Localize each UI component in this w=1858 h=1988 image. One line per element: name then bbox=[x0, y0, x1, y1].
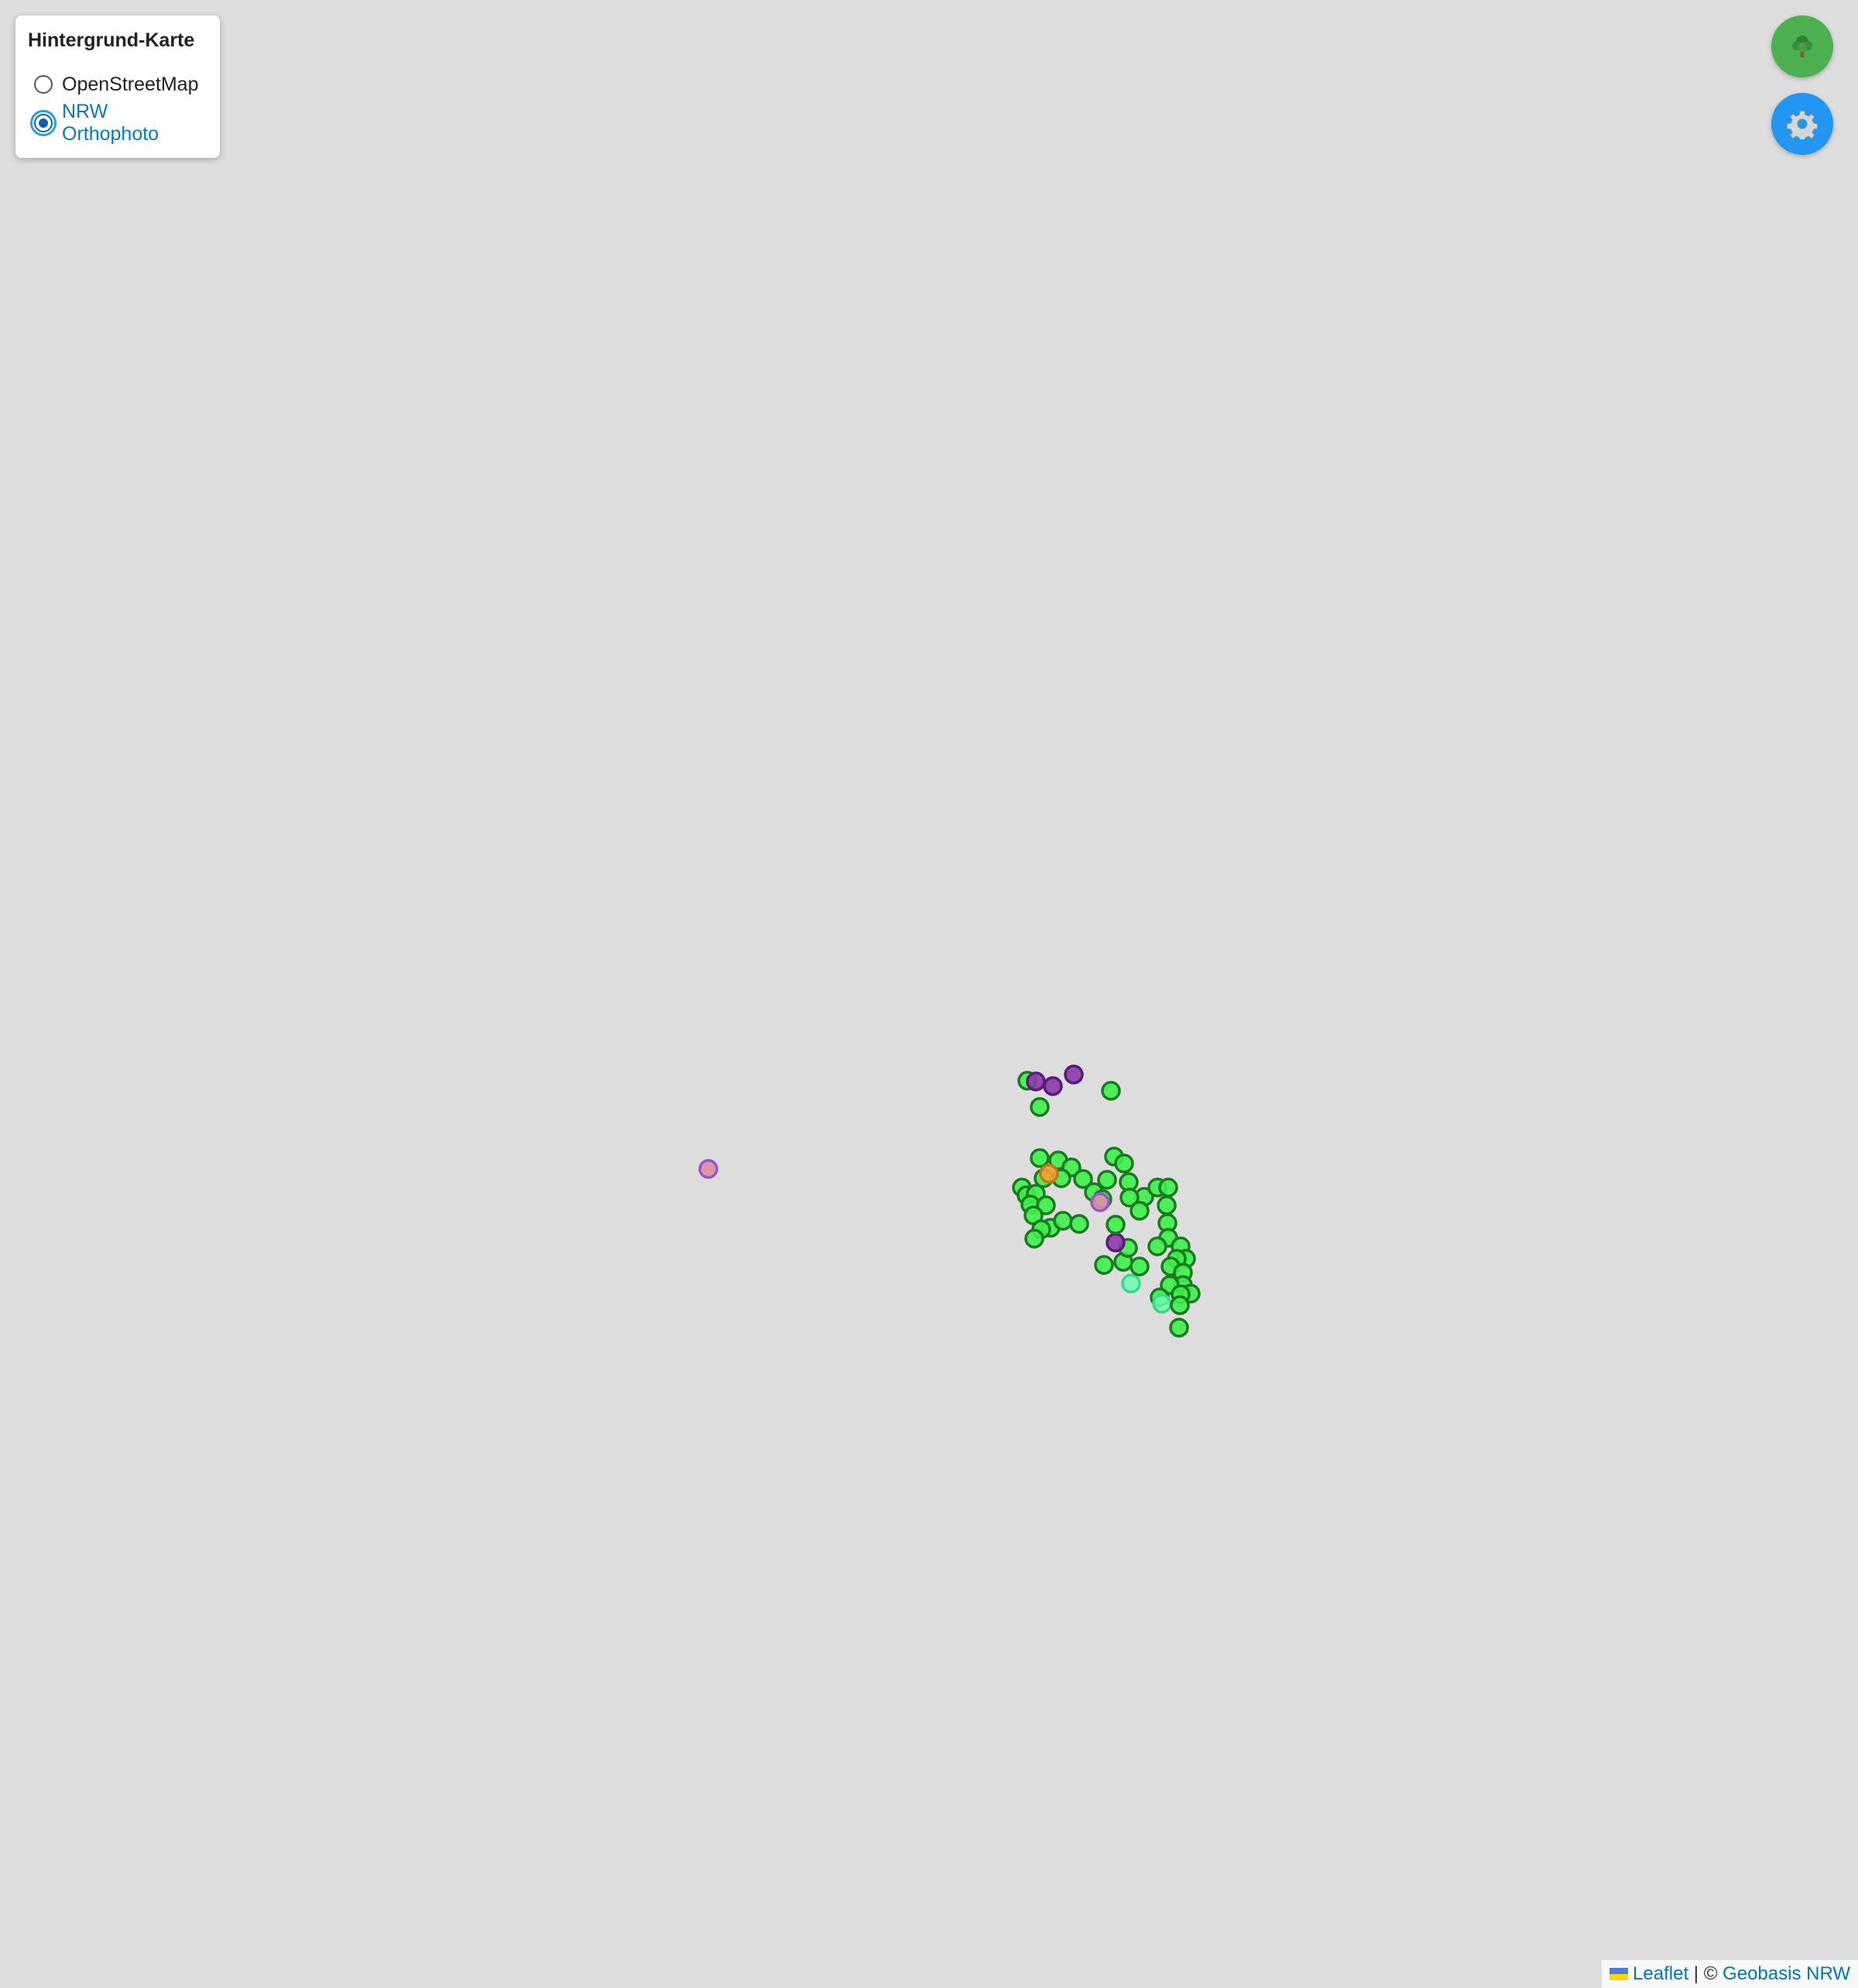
layer-option-label: OpenStreetMap bbox=[62, 73, 199, 95]
tree-marker[interactable] bbox=[1106, 1232, 1126, 1253]
tree-marker[interactable] bbox=[1069, 1214, 1089, 1234]
tree-marker[interactable] bbox=[1053, 1211, 1073, 1231]
tree-icon bbox=[1792, 36, 1812, 57]
tree-button[interactable] bbox=[1771, 15, 1833, 77]
tree-marker[interactable] bbox=[1030, 1148, 1050, 1168]
tree-marker[interactable] bbox=[1026, 1071, 1046, 1092]
tree-marker[interactable] bbox=[1039, 1164, 1059, 1184]
layer-control-panel: Hintergrund-Karte OpenStreetMap NRW Orth… bbox=[15, 15, 220, 158]
tree-marker[interactable] bbox=[1064, 1064, 1084, 1085]
radio-nrw-orthophoto[interactable] bbox=[30, 110, 57, 136]
tree-marker[interactable] bbox=[1152, 1294, 1172, 1314]
tree-marker[interactable] bbox=[1147, 1236, 1167, 1256]
tree-marker[interactable] bbox=[1170, 1295, 1190, 1315]
tree-marker[interactable] bbox=[1169, 1318, 1189, 1338]
tree-marker[interactable] bbox=[698, 1159, 718, 1179]
leaflet-link[interactable]: Leaflet bbox=[1633, 1963, 1688, 1985]
tree-marker[interactable] bbox=[1043, 1076, 1063, 1096]
tree-marker[interactable] bbox=[1121, 1273, 1141, 1294]
map-canvas[interactable] bbox=[0, 0, 1858, 1988]
layer-option-label: NRW Orthophoto bbox=[62, 101, 159, 145]
tree-marker[interactable] bbox=[1158, 1177, 1178, 1198]
geobasis-nrw-link[interactable]: Geobasis NRW bbox=[1723, 1963, 1850, 1985]
gear-icon bbox=[1787, 110, 1818, 139]
tree-marker[interactable] bbox=[1101, 1081, 1121, 1101]
ukraine-flag-icon bbox=[1609, 1968, 1629, 1980]
tree-marker[interactable] bbox=[1090, 1192, 1110, 1212]
tree-marker[interactable] bbox=[1094, 1255, 1114, 1275]
attribution-copyright: © bbox=[1703, 1963, 1718, 1984]
tree-marker[interactable] bbox=[1106, 1215, 1126, 1235]
map-attribution: Leaflet | © Geobasis NRW bbox=[1602, 1960, 1858, 1988]
layer-option-openstreetmap[interactable]: OpenStreetMap bbox=[28, 69, 207, 100]
layer-option-nrw-orthophoto[interactable]: NRW Orthophoto bbox=[28, 101, 207, 145]
tree-marker[interactable] bbox=[1024, 1229, 1044, 1249]
radio-openstreetmap[interactable] bbox=[34, 75, 53, 94]
tree-marker[interactable] bbox=[1130, 1201, 1150, 1221]
settings-button[interactable] bbox=[1771, 93, 1833, 155]
tree-marker[interactable] bbox=[1157, 1195, 1177, 1215]
tree-marker[interactable] bbox=[1130, 1256, 1150, 1277]
tree-marker[interactable] bbox=[1030, 1097, 1050, 1117]
attribution-separator: | bbox=[1693, 1963, 1699, 1984]
tree-marker[interactable] bbox=[1114, 1153, 1134, 1174]
tree-markers-layer bbox=[698, 1064, 1201, 1338]
layer-control-title: Hintergrund-Karte bbox=[28, 29, 195, 51]
